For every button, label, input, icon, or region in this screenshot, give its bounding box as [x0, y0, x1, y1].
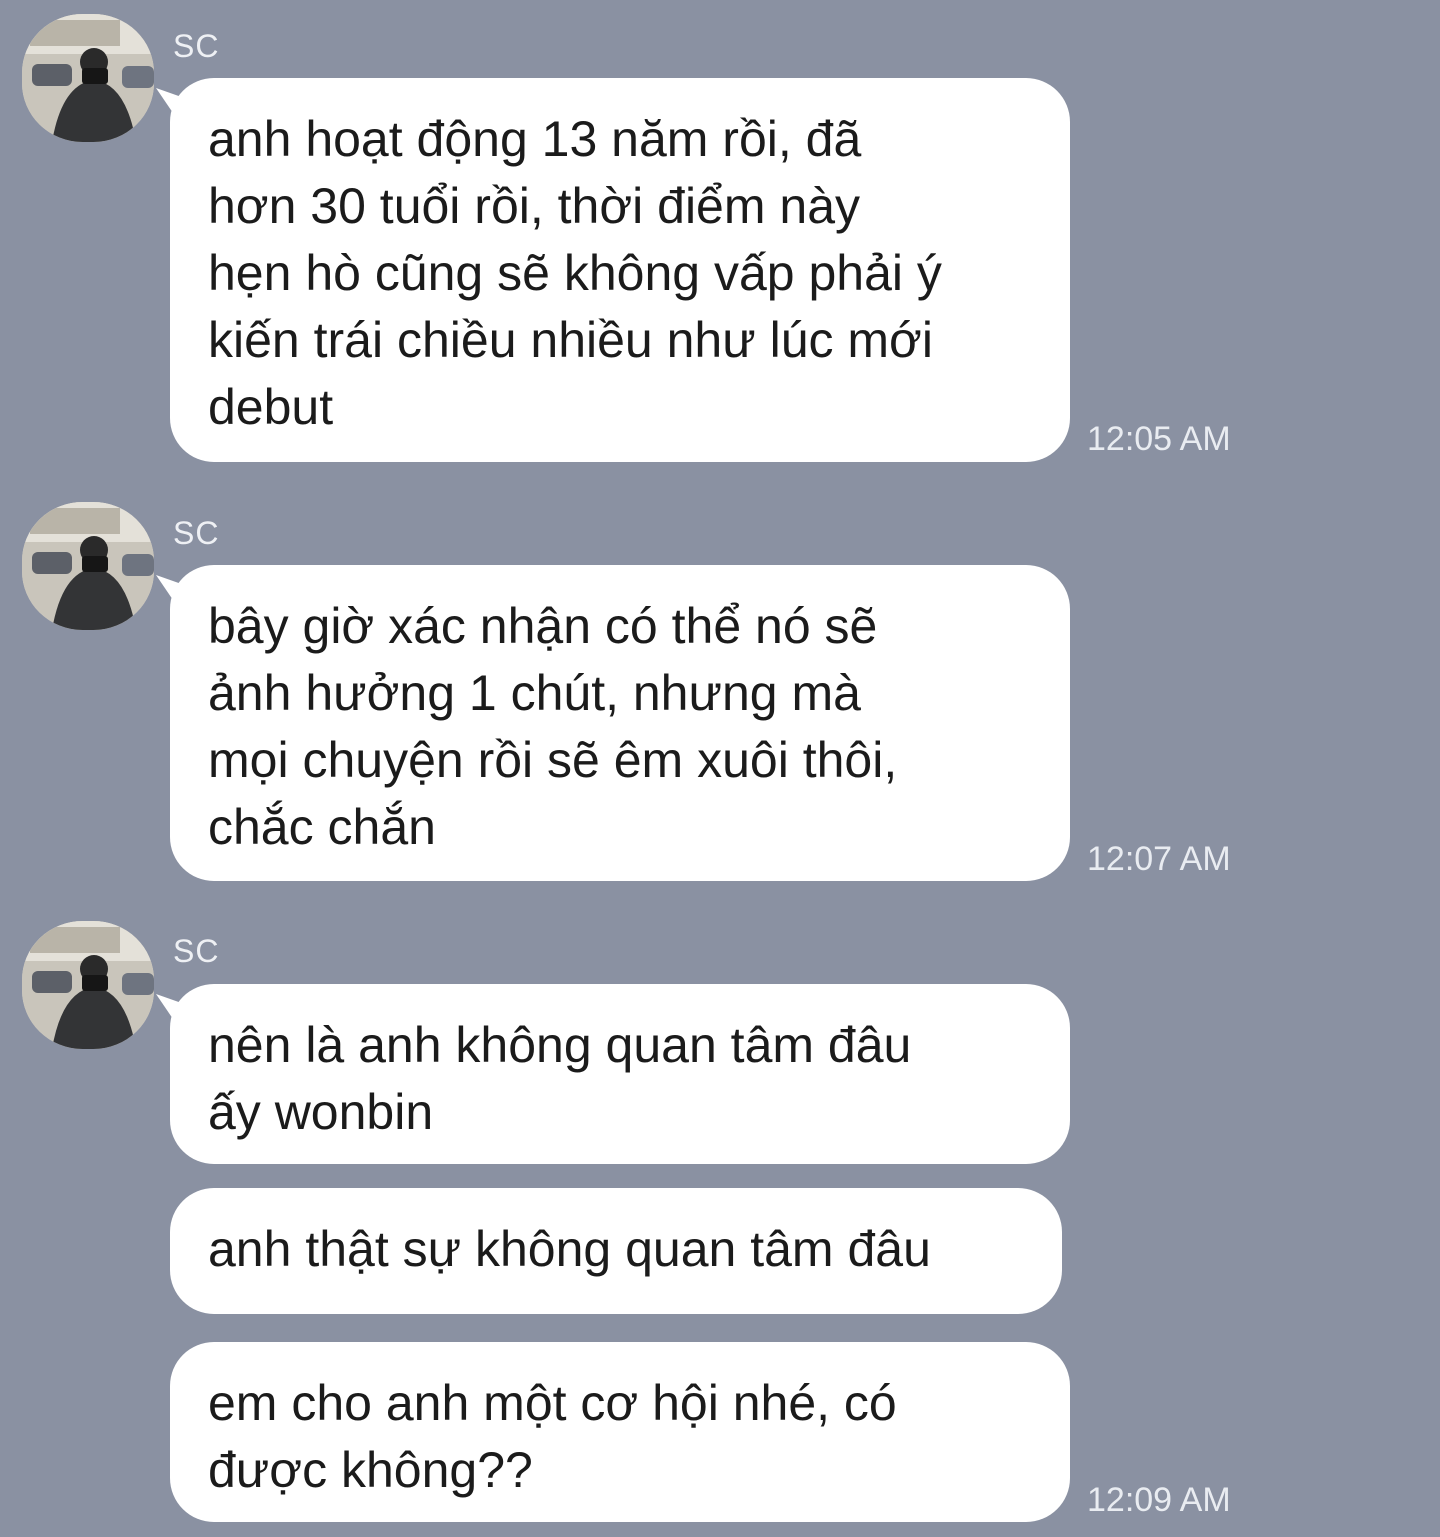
sender-name: SC	[173, 933, 220, 969]
message-bubble[interactable]: em cho anh một cơ hội nhé, có được không…	[170, 1342, 1070, 1522]
message-bubble[interactable]: anh thật sự không quan tâm đâu	[170, 1188, 1062, 1314]
sender-name: SC	[173, 28, 220, 64]
profile-photo-avatar	[22, 14, 154, 142]
message-bubble[interactable]: bây giờ xác nhận có thể nó sẽ ảnh hưởng …	[170, 565, 1070, 881]
avatar[interactable]	[22, 921, 154, 1049]
avatar[interactable]	[22, 502, 154, 630]
avatar[interactable]	[22, 14, 154, 142]
profile-photo-avatar	[22, 921, 154, 1049]
profile-photo-avatar	[22, 502, 154, 630]
message-timestamp: 12:07 AM	[1087, 840, 1231, 878]
message-bubble[interactable]: nên là anh không quan tâm đâu ấy wonbin	[170, 984, 1070, 1164]
sender-name: SC	[173, 515, 220, 551]
message-bubble[interactable]: anh hoạt động 13 năm rồi, đã hơn 30 tuổi…	[170, 78, 1070, 462]
message-timestamp: 12:05 AM	[1087, 420, 1231, 458]
message-timestamp: 12:09 AM	[1087, 1481, 1231, 1519]
